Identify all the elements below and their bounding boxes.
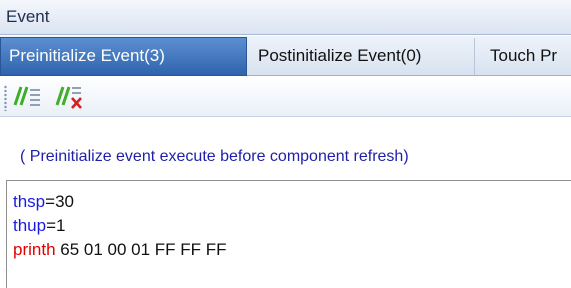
- tab-preinitialize-event[interactable]: Preinitialize Event(3): [0, 37, 247, 76]
- panel-title-text: Event: [6, 7, 50, 26]
- event-panel-title: Event: [0, 0, 571, 35]
- code-value: =30: [45, 192, 74, 211]
- code-value: 65 01 00 01 FF FF FF: [55, 240, 227, 259]
- tab-touch-press-event[interactable]: Touch Pr: [475, 38, 571, 75]
- code-line: thup=1: [13, 214, 571, 238]
- event-description-hint: ( Preinitialize event execute before com…: [20, 148, 409, 165]
- code-command: printh: [13, 240, 56, 259]
- uncomment-lines-button[interactable]: [54, 81, 84, 111]
- tab-label: Preinitialize Event(3): [9, 46, 165, 65]
- code-line: thsp=30: [13, 190, 571, 214]
- tab-postinitialize-event[interactable]: Postinitialize Event(0): [247, 38, 475, 75]
- code-variable: thsp: [13, 192, 46, 211]
- comment-lines-button[interactable]: [12, 81, 42, 111]
- code-toolbar: [0, 77, 571, 117]
- code-value: =1: [46, 216, 66, 235]
- code-line: printh 65 01 00 01 FF FF FF: [13, 238, 571, 262]
- tab-label: Postinitialize Event(0): [258, 46, 422, 65]
- code-variable: thup: [13, 216, 47, 235]
- toolbar-grip[interactable]: [4, 85, 7, 111]
- event-tab-strip: Preinitialize Event(3) Postinitialize Ev…: [0, 36, 571, 76]
- comment-lines-icon: [13, 86, 40, 106]
- event-code-editor[interactable]: thsp=30 thup=1 printh 65 01 00 01 FF FF …: [6, 180, 571, 288]
- tab-label: Touch Pr: [490, 46, 558, 65]
- uncomment-lines-icon: [55, 86, 82, 109]
